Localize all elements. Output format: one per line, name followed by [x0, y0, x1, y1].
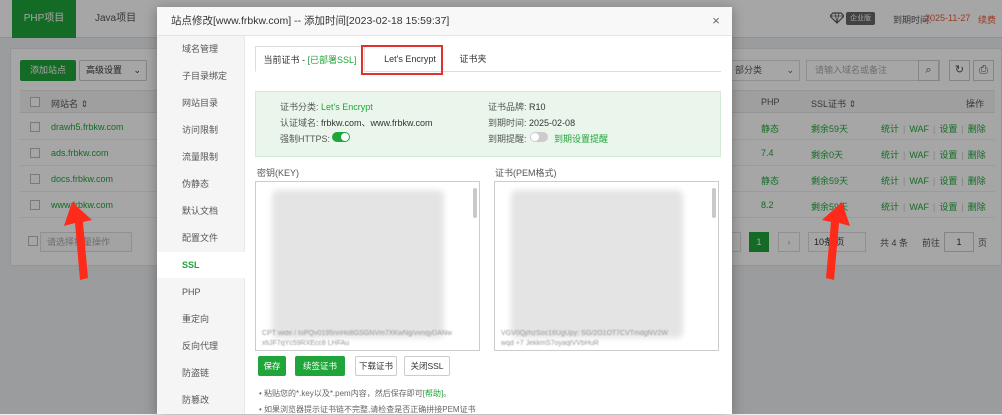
ssl-panel: 当前证书 - [已部署SSL] Let's Encrypt 证书夹 证书分类: … — [245, 36, 732, 414]
redacted-content — [511, 190, 683, 338]
sidebar-item-traffic[interactable]: 流量限制 — [157, 144, 245, 170]
dialog-sidebar: 域名管理 子目录绑定 网站目录 访问限制 流量限制 伪静态 默认文档 配置文件 … — [157, 36, 245, 414]
key-label: 密钥(KEY) — [257, 168, 300, 178]
force-https-label: 强制HTTPS: — [280, 134, 331, 144]
site-edit-dialog: 站点修改[www.frbkw.com] -- 添加时间[2023-02-18 1… — [157, 7, 732, 414]
pem-fragment: wqd +7 JekkmS7oyaqtVVbHuR — [501, 340, 599, 347]
renew-cert-button[interactable]: 续签证书 — [295, 356, 345, 376]
cert-expire: 到期时间: 2025-02-08 — [488, 118, 576, 128]
arrow-annotation-icon — [822, 202, 850, 280]
sidebar-item-ssl[interactable]: SSL — [157, 252, 245, 278]
tab-current-cert-label: 当前证书 - — [263, 55, 308, 65]
sidebar-item-subdir[interactable]: 子目录绑定 — [157, 63, 245, 89]
key-fragment: CPT wide / IoPQv0195nnHo8GSGNVm7XKwNg/vv… — [262, 330, 453, 337]
sidebar-item-hotlink[interactable]: 防盗链 — [157, 360, 245, 386]
expire-remind-label: 到期提醒: — [488, 134, 527, 144]
expire-remind-toggle[interactable] — [530, 132, 548, 142]
key-textarea[interactable]: CPT wide / IoPQv0195nnHo8GSGNVm7XKwNg/vv… — [255, 181, 480, 351]
sidebar-item-redirect[interactable]: 重定向 — [157, 306, 245, 332]
cert-info-box: 证书分类: Let's Encrypt 证书品牌: R10 认证域名: frbk… — [255, 91, 721, 157]
pem-label: 证书(PEM格式) — [495, 168, 557, 178]
cert-category: 证书分类: Let's Encrypt — [280, 102, 373, 112]
tip-paste: • 粘贴您的*.key以及*.pem内容，然后保存即可[帮助]。 — [259, 389, 452, 398]
scrollbar[interactable] — [712, 188, 716, 218]
key-fragment: xfiJF7qYc59RXEcc8 LHFAu — [262, 340, 350, 347]
cert-brand: 证书品牌: R10 — [488, 102, 546, 112]
help-link[interactable]: [帮助] — [423, 389, 443, 398]
force-https-toggle[interactable] — [332, 132, 350, 142]
redacted-content — [272, 190, 444, 338]
pem-textarea[interactable]: VGV0Qj/hzSoc16UgUpy: SG/2O1OT7CVTmdgNV2W… — [494, 181, 719, 351]
save-button[interactable]: 保存 — [258, 356, 286, 376]
sidebar-item-default-doc[interactable]: 默认文档 — [157, 198, 245, 224]
dialog-title: 站点修改[www.frbkw.com] -- 添加时间[2023-02-18 1… — [157, 7, 732, 36]
tab-current-cert[interactable]: 当前证书 - [已部署SSL] — [255, 46, 365, 72]
arrow-annotation-icon — [64, 202, 92, 280]
sidebar-item-rewrite[interactable]: 伪静态 — [157, 171, 245, 197]
sidebar-item-tamper[interactable]: 防篡改 — [157, 387, 245, 413]
close-ssl-button[interactable]: 关闭SSL — [404, 356, 450, 376]
tab-cert-folder[interactable]: 证书夹 — [453, 46, 493, 72]
remind-settings-link[interactable]: 到期设置提醒 — [554, 132, 608, 145]
sidebar-item-domains[interactable]: 域名管理 — [157, 36, 245, 62]
pem-fragment: VGV0Qj/hzSoc16UgUpy: SG/2O1OT7CVTmdgNV2W — [501, 330, 668, 337]
cert-domains: 认证域名: frbkw.com、www.frbkw.com — [280, 118, 433, 128]
sidebar-item-access[interactable]: 访问限制 — [157, 117, 245, 143]
ssl-tabs: 当前证书 - [已部署SSL] Let's Encrypt 证书夹 — [255, 46, 721, 72]
sidebar-item-site-dir[interactable]: 网站目录 — [157, 90, 245, 116]
tip-chain: • 如果浏览器提示证书链不完整,请检查是否正确拼接PEM证书 — [259, 405, 476, 414]
sidebar-item-proxy[interactable]: 反向代理 — [157, 333, 245, 359]
download-cert-button[interactable]: 下载证书 — [355, 356, 397, 376]
sidebar-item-config[interactable]: 配置文件 — [157, 225, 245, 251]
scrollbar[interactable] — [473, 188, 477, 218]
highlight-box — [361, 45, 443, 75]
sidebar-item-php[interactable]: PHP — [157, 279, 245, 305]
deployed-status: [已部署SSL] — [307, 55, 357, 65]
close-icon[interactable]: × — [709, 14, 723, 28]
